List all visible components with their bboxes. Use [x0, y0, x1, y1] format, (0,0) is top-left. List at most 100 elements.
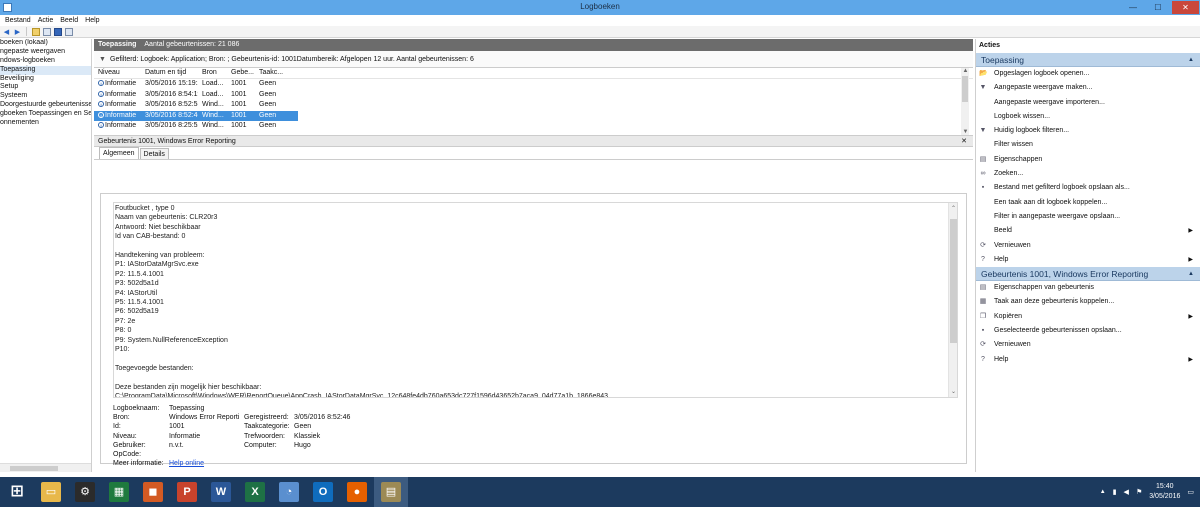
tree-item-application[interactable]: Toepassing [0, 65, 91, 75]
console-tree: boeken (lokaal) ngepaste weergaven ndows… [0, 39, 92, 472]
prop-value-keywords: Klassiek [294, 432, 321, 440]
action-item[interactable]: ▪ Bestand met gefilterd logboek opslaan a… [976, 181, 1200, 195]
tab-details[interactable]: Details [139, 148, 169, 159]
info-icon: i [98, 122, 104, 129]
taskbar-app-button[interactable]: ▤ [374, 477, 408, 507]
column-header-source[interactable]: Bron [198, 68, 227, 78]
table-row[interactable]: i Informatie 3/05/2016 8:52:53 Wind... 10… [94, 100, 973, 111]
column-header-event-id[interactable]: Gebe... [227, 68, 255, 78]
scroll-up-icon[interactable]: ▲ [961, 68, 970, 74]
taskbar-app-button[interactable]: ▭ [34, 477, 68, 507]
help-icon[interactable] [53, 27, 62, 36]
prop-value-source: Windows Error Reporti [169, 414, 240, 422]
action-item[interactable]: ▤ Eigenschappen van gebeurtenis [976, 281, 1200, 295]
taskbar-app-button[interactable]: ◼ [136, 477, 170, 507]
tree-item-forwarded-events[interactable]: Doorgestuurde gebeurtenisse [0, 101, 91, 110]
taskbar-app-button[interactable]: ⚙ [68, 477, 102, 507]
back-arrow-icon[interactable]: ◀ [2, 27, 11, 36]
events-vertical-scrollbar[interactable]: ▲ ▼ [961, 68, 969, 135]
table-row[interactable]: iInformatie 3/05/2016 15:19:24 Load... 1… [94, 79, 973, 90]
folder-icon[interactable] [31, 27, 40, 36]
tree-item-setup[interactable]: Setup [0, 83, 91, 92]
tree-horizontal-scrollbar[interactable] [0, 463, 91, 472]
action-item[interactable]: ⟳ Vernieuwen [976, 239, 1200, 253]
close-button[interactable]: ✕ [1172, 1, 1199, 14]
tree-item-event-viewer-local[interactable]: boeken (lokaal) [0, 39, 91, 48]
cell-level: i Informatie [94, 111, 140, 122]
action-item[interactable]: ▦ Taak aan deze gebeurtenis koppelen... [976, 295, 1200, 309]
scrollbar-thumb[interactable] [962, 76, 968, 102]
help-online-link[interactable]: Help online [169, 459, 204, 468]
action-pane-icon[interactable] [64, 27, 73, 36]
column-header-datetime[interactable]: Datum en tijd [140, 68, 198, 78]
taskbar-app-button[interactable]: P [170, 477, 204, 507]
start-button[interactable]: ⊞ [0, 477, 34, 507]
prop-value-logname: Toepassing [169, 405, 205, 412]
menu-beeld[interactable]: Beeld [60, 15, 78, 26]
taskbar-app-button[interactable]: O [306, 477, 340, 507]
table-row-selected[interactable]: i Informatie 3/05/2016 8:52:46 Wind... 10… [94, 110, 298, 122]
actions-section-application[interactable]: Toepassing ▲ [976, 53, 1200, 67]
scrollbar-thumb[interactable] [10, 466, 58, 471]
taskbar-app-button[interactable]: ◔ [272, 477, 306, 507]
tree-item-custom-views[interactable]: ngepaste weergaven [0, 48, 91, 57]
tree-item-system[interactable]: Systeem [0, 92, 91, 101]
action-item[interactable]: Beeld ▶ [976, 224, 1200, 238]
outlook-icon: O [313, 482, 333, 502]
menu-help[interactable]: Help [85, 15, 99, 26]
action-item[interactable]: Filter in aangepaste weergave opslaan... [976, 210, 1200, 224]
table-row[interactable]: i Informatie 3/05/2016 8:54:19 Load... 10… [94, 90, 973, 101]
taskbar-app-button[interactable]: X [238, 477, 272, 507]
forward-arrow-icon[interactable]: ▶ [13, 27, 22, 36]
actions-section-event[interactable]: Gebeurtenis 1001, Windows Error Reportin… [976, 267, 1200, 282]
menu-actie[interactable]: Actie [38, 15, 54, 26]
action-item[interactable]: ▼ Huidig logboek filteren... [976, 124, 1200, 138]
volume-icon[interactable]: ◀ [1124, 488, 1129, 496]
action-item[interactable]: ? Help ▶ [976, 253, 1200, 267]
show-hidden-icons-icon[interactable]: ▲ [1100, 489, 1106, 495]
tree-item-applications-services-logs[interactable]: gboeken Toepassingen en Se [0, 110, 91, 119]
collapse-caret-icon[interactable]: ▲ [1188, 53, 1194, 67]
event-message-box[interactable]: Foutbucket , type 0 Naam van gebeurtenis… [113, 202, 958, 398]
scroll-down-icon[interactable]: ▼ [961, 129, 970, 135]
close-detail-icon[interactable]: ✕ [961, 136, 967, 147]
message-vertical-scrollbar[interactable]: ⌃ ⌄ [948, 203, 957, 397]
action-item[interactable]: Aangepaste weergave importeren... [976, 96, 1200, 110]
tree-item-subscriptions[interactable]: onnementen [0, 119, 91, 128]
action-item[interactable]: 📂 Opgeslagen logboek openen... [976, 67, 1200, 81]
action-item[interactable]: ∞ Zoeken... [976, 167, 1200, 181]
action-item-label: Aangepaste weergave maken... [994, 84, 1093, 92]
action-item[interactable]: ❐ Kopiëren ▶ [976, 310, 1200, 324]
scroll-up-icon[interactable]: ⌃ [949, 205, 957, 212]
action-item[interactable]: ⟳ Vernieuwen [976, 338, 1200, 352]
action-item[interactable]: ▼ Aangepaste weergave maken... [976, 81, 1200, 95]
scrollbar-thumb[interactable] [950, 219, 957, 343]
table-row[interactable]: i Informatie 3/05/2016 8:25:52 Wind... 10… [94, 121, 973, 132]
column-header-task-category[interactable]: Taakc... [255, 68, 285, 78]
filter-icon: ▼ [99, 56, 106, 63]
flag-icon[interactable]: ⚑ [1136, 488, 1142, 496]
collapse-caret-icon[interactable]: ▲ [1188, 267, 1194, 281]
taskbar-app-button[interactable]: ▦ [102, 477, 136, 507]
action-item-label: Help [994, 255, 1009, 263]
network-icon[interactable]: ▮ [1113, 488, 1117, 496]
tree-item-security[interactable]: Beveiliging [0, 75, 91, 84]
taskbar-app-button[interactable]: ● [340, 477, 374, 507]
action-item[interactable]: ▤ Eigenschappen [976, 153, 1200, 167]
action-item[interactable]: ▪ Geselecteerde gebeurtenissen opslaan... [976, 324, 1200, 338]
tab-general[interactable]: Algemeen [99, 147, 139, 159]
action-item[interactable]: ? Help ▶ [976, 353, 1200, 367]
clock[interactable]: 15:40 3/05/2016 [1149, 482, 1180, 502]
action-item[interactable]: Filter wissen [976, 138, 1200, 152]
action-item[interactable]: Logboek wissen... [976, 110, 1200, 124]
column-header-level[interactable]: Niveau [94, 68, 140, 78]
console-tree-icon[interactable] [42, 27, 51, 36]
taskbar-app-button[interactable]: W [204, 477, 238, 507]
scroll-down-icon[interactable]: ⌄ [949, 388, 957, 395]
action-item[interactable]: Een taak aan dit logboek koppelen... [976, 196, 1200, 210]
menu-bestand[interactable]: Bestand [5, 15, 31, 26]
maximize-button[interactable]: ☐ [1147, 1, 1169, 14]
tree-item-windows-logs[interactable]: ndows-logboeken [0, 57, 91, 66]
notifications-icon[interactable]: ▭ [1187, 488, 1194, 496]
minimize-button[interactable]: — [1122, 1, 1144, 14]
